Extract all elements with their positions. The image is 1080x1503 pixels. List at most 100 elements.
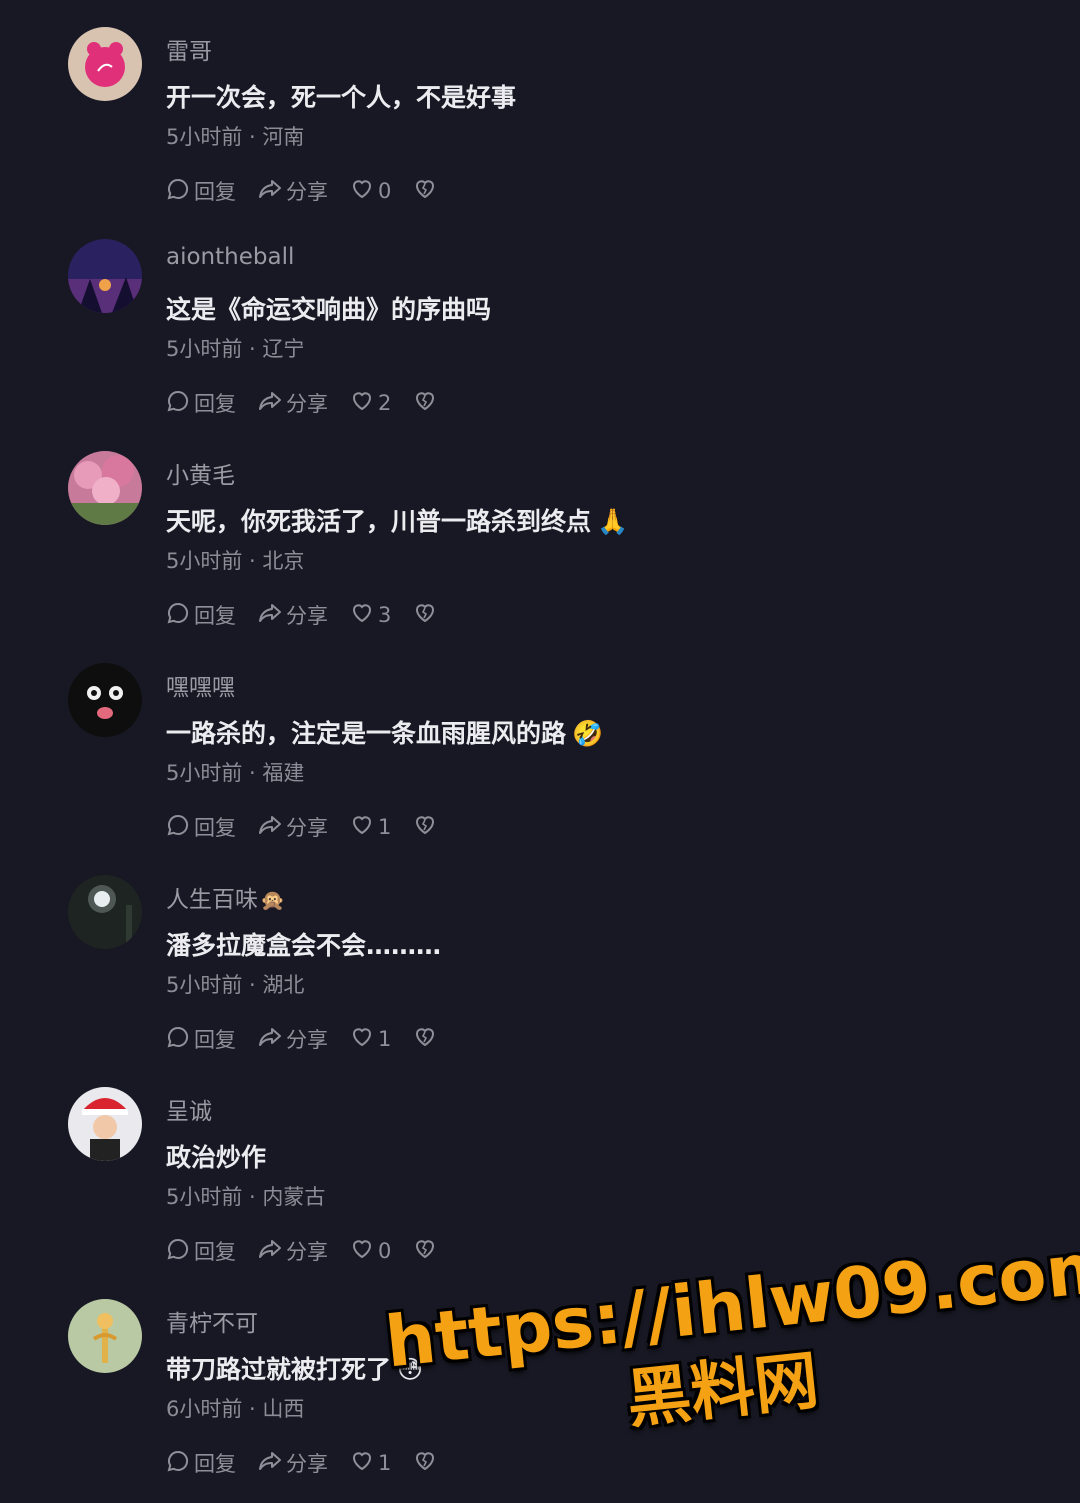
comment-actions: 回复 分享 0 (166, 176, 459, 206)
share-icon (258, 1237, 286, 1266)
dislike-button[interactable] (413, 177, 437, 206)
comment-meta: 5小时前 · 湖北 (166, 973, 305, 997)
reply-label: 回复 (194, 1452, 236, 1476)
reply-button[interactable]: 回复 (166, 812, 236, 842)
avatar[interactable] (68, 875, 142, 949)
reply-button[interactable]: 回复 (166, 176, 236, 206)
username-text: 人生百味 (166, 887, 258, 913)
like-button[interactable]: 3 (350, 601, 391, 630)
comment-item: 嘿嘿嘿 一路杀的，注定是一条血雨腥风的路 🤣 5小时前 · 福建 回复 分享 1 (0, 636, 1080, 848)
username[interactable]: 嘿嘿嘿 (166, 668, 235, 702)
like-button[interactable]: 1 (350, 1025, 391, 1054)
like-count: 1 (378, 815, 392, 839)
share-label: 分享 (286, 604, 328, 628)
comment-meta: 5小时前 · 河南 (166, 125, 305, 149)
share-button[interactable]: 分享 (258, 176, 328, 206)
comment-text: 潘多拉魔盒会不会……… (166, 931, 442, 960)
heart-icon (350, 1025, 378, 1054)
reply-button[interactable]: 回复 (166, 388, 236, 418)
comment-meta: 5小时前 · 内蒙古 (166, 1185, 326, 1209)
avatar[interactable] (68, 1087, 142, 1161)
reply-button[interactable]: 回复 (166, 1236, 236, 1266)
reply-label: 回复 (194, 180, 236, 204)
laughing-emoji: 🤣 (572, 719, 604, 748)
broken-heart-icon (413, 813, 437, 842)
avatar[interactable] (68, 451, 142, 525)
dislike-button[interactable] (413, 813, 437, 842)
comment-meta: 6小时前 · 山西 (166, 1397, 305, 1421)
heart-icon (350, 813, 378, 842)
comment-item: aiontheball 这是《命运交响曲》的序曲吗 5小时前 · 辽宁 回复 分… (0, 212, 1080, 424)
comment-icon (166, 389, 194, 418)
share-label: 分享 (286, 180, 328, 204)
heart-icon (350, 389, 378, 418)
like-button[interactable]: 1 (350, 1449, 391, 1478)
comment-icon (166, 601, 194, 630)
avatar[interactable] (68, 1299, 142, 1373)
heart-icon (350, 1237, 378, 1266)
reply-label: 回复 (194, 604, 236, 628)
comment-actions: 回复 分享 1 (166, 812, 459, 842)
comment-item: 人生百味 🙊 潘多拉魔盒会不会……… 5小时前 · 湖北 回复 分享 1 (0, 848, 1080, 1060)
comment-text: 带刀路过就被打死了 😳 (166, 1350, 423, 1386)
username[interactable]: 雷哥 (166, 32, 212, 66)
broken-heart-icon (413, 1025, 437, 1054)
like-count: 2 (378, 391, 392, 415)
like-count: 1 (378, 1027, 392, 1051)
share-icon (258, 1025, 286, 1054)
comment-meta: 5小时前 · 北京 (166, 549, 305, 573)
username[interactable]: 人生百味 🙊 (166, 880, 285, 914)
share-icon (258, 389, 286, 418)
share-button[interactable]: 分享 (258, 812, 328, 842)
share-button[interactable]: 分享 (258, 388, 328, 418)
comment-text: 天呢，你死我活了，川普一路杀到终点 🙏 (166, 502, 628, 538)
share-icon (258, 1449, 286, 1478)
comment-text-body: 一路杀的，注定是一条血雨腥风的路 (166, 719, 567, 748)
reply-label: 回复 (194, 1028, 236, 1052)
dislike-button[interactable] (413, 389, 437, 418)
comment-item: 雷哥 开一次会，死一个人，不是好事 5小时前 · 河南 回复 分享 0 (0, 0, 1080, 212)
comment-text-body: 天呢，你死我活了，川普一路杀到终点 (166, 507, 592, 536)
like-count: 0 (378, 179, 392, 203)
dislike-button[interactable] (413, 601, 437, 630)
username[interactable]: 小黄毛 (166, 456, 235, 490)
username[interactable]: aiontheball (166, 244, 294, 270)
dislike-button[interactable] (413, 1025, 437, 1054)
share-label: 分享 (286, 392, 328, 416)
comment-icon (166, 1025, 194, 1054)
comment-text: 这是《命运交响曲》的序曲吗 (166, 295, 492, 324)
like-button[interactable]: 2 (350, 389, 391, 418)
username[interactable]: 呈诚 (166, 1092, 212, 1126)
comment-item: 呈诚 政治炒作 5小时前 · 内蒙古 回复 分享 0 (0, 1060, 1080, 1272)
comment-actions: 回复 分享 1 (166, 1024, 459, 1054)
pray-emoji: 🙏 (597, 507, 629, 536)
like-count: 3 (378, 603, 392, 627)
like-button[interactable]: 0 (350, 177, 391, 206)
like-button[interactable]: 0 (350, 1237, 391, 1266)
like-button[interactable]: 1 (350, 813, 391, 842)
share-button[interactable]: 分享 (258, 1024, 328, 1054)
avatar[interactable] (68, 239, 142, 313)
avatar[interactable] (68, 27, 142, 101)
comment-icon (166, 1449, 194, 1478)
reply-button[interactable]: 回复 (166, 600, 236, 630)
share-button[interactable]: 分享 (258, 1448, 328, 1478)
reply-button[interactable]: 回复 (166, 1448, 236, 1478)
reply-label: 回复 (194, 392, 236, 416)
broken-heart-icon (413, 389, 437, 418)
heart-icon (350, 1449, 378, 1478)
share-icon (258, 601, 286, 630)
avatar[interactable] (68, 663, 142, 737)
comment-text: 开一次会，死一个人，不是好事 (166, 83, 517, 112)
username[interactable]: 青柠不可 (166, 1304, 258, 1338)
reply-label: 回复 (194, 816, 236, 840)
share-button[interactable]: 分享 (258, 1236, 328, 1266)
comment-text: 一路杀的，注定是一条血雨腥风的路 🤣 (166, 714, 603, 750)
comment-meta: 5小时前 · 福建 (166, 761, 305, 785)
reply-button[interactable]: 回复 (166, 1024, 236, 1054)
dislike-button[interactable] (413, 1237, 437, 1266)
reply-label: 回复 (194, 1240, 236, 1264)
comment-meta: 5小时前 · 辽宁 (166, 337, 305, 361)
heart-icon (350, 601, 378, 630)
share-button[interactable]: 分享 (258, 600, 328, 630)
